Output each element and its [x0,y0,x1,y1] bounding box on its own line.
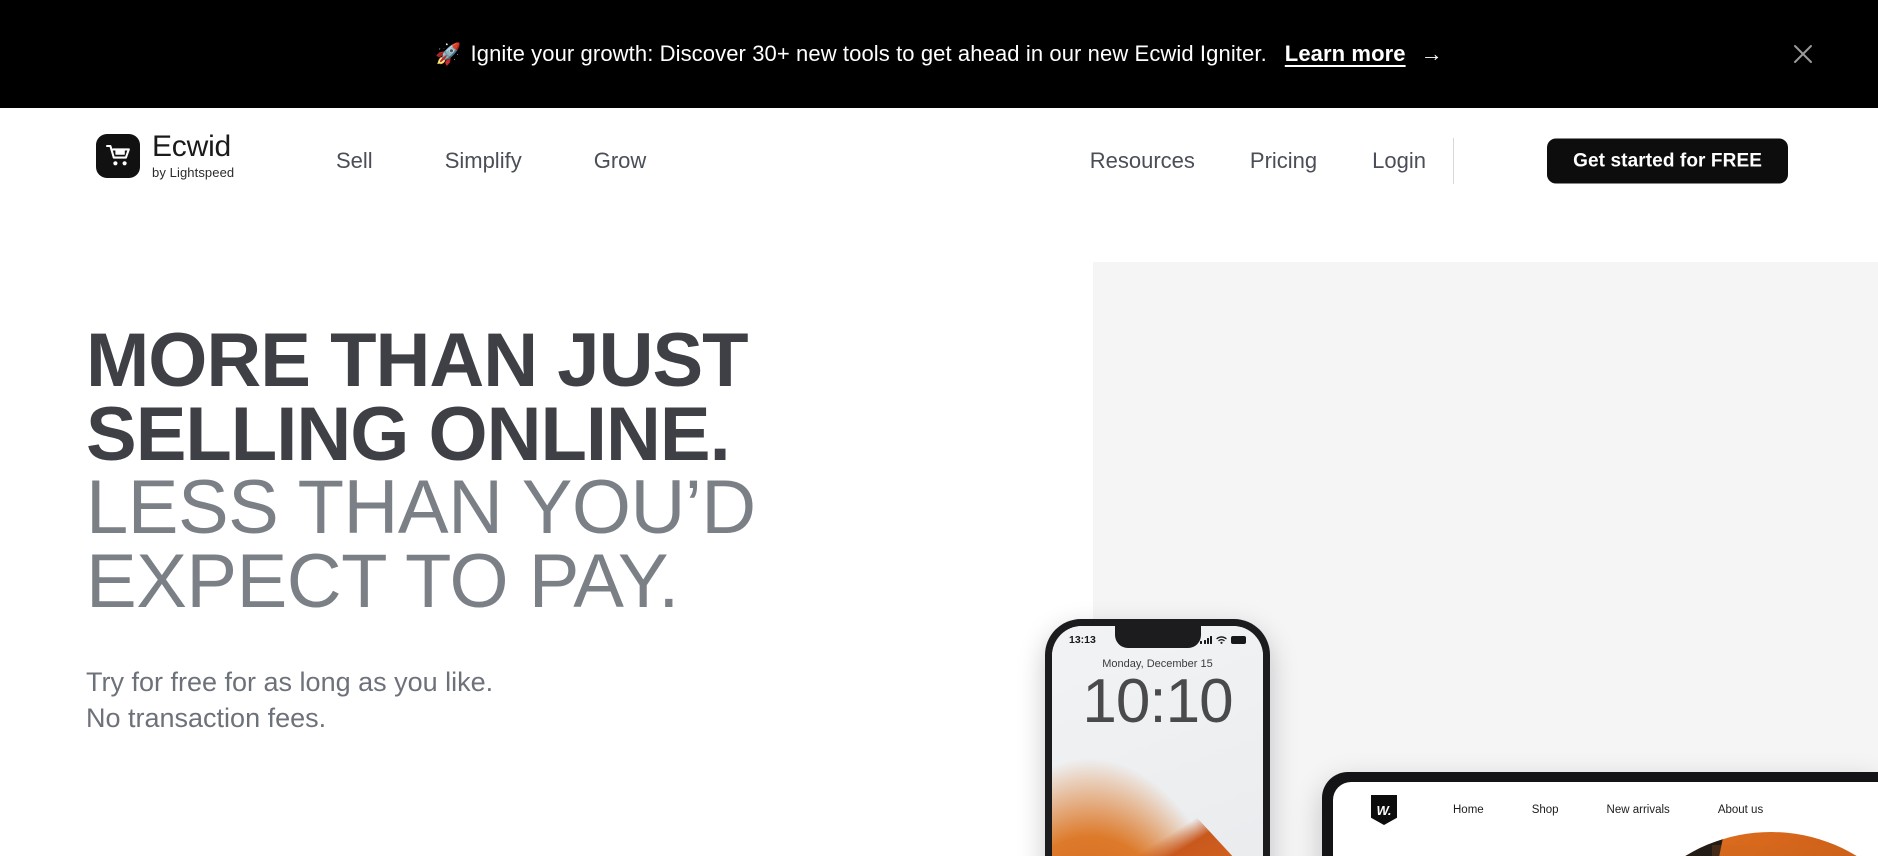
promo-banner-text: 🚀 Ignite your growth: Discover 30+ new t… [435,41,1442,67]
store-logo-badge: W. [1371,795,1397,825]
lock-screen-clock: 10:10 [1082,667,1233,736]
nav-item-simplify[interactable]: Simplify [445,148,522,174]
secondary-nav: Resources Pricing Login [1090,108,1426,214]
status-bar-icons [1200,636,1246,644]
nav-item-resources[interactable]: Resources [1090,148,1195,174]
phone-mockup: 13:13 Monday, December 15 10:10 [1045,619,1270,856]
promo-banner: 🚀 Ignite your growth: Discover 30+ new t… [0,0,1878,108]
primary-nav: Sell Simplify Grow [336,108,646,214]
orange-jacket-photo [1606,832,1878,856]
hero-subtitle-line-1: Try for free for as long as you like. [86,666,494,697]
promo-learn-more-link[interactable]: Learn more [1285,41,1406,67]
close-icon[interactable] [1783,34,1823,74]
cellular-signal-icon [1200,636,1212,644]
status-bar-time: 13:13 [1069,634,1096,646]
logo-text: Ecwid by Lightspeed [152,130,235,180]
tablet-nav-items: Home Shop New arrivals About us [1453,804,1763,816]
tablet-mockup: W. Home Shop New arrivals About us Your … [1322,772,1878,856]
nav-divider [1453,138,1454,184]
headline-line-2: SELLING ONLINE. [86,391,731,477]
nav-item-login[interactable]: Login [1372,148,1426,174]
hero-subtitle: Try for free for as long as you like. No… [86,665,986,737]
battery-icon [1231,636,1246,644]
phone-status-bar: 13:13 [1052,632,1263,648]
hero-subtitle-line-2: No transaction fees. [86,702,327,733]
nav-item-pricing[interactable]: Pricing [1250,148,1317,174]
wifi-icon [1216,636,1227,644]
site-header: Ecwid by Lightspeed Sell Simplify Grow R… [0,108,1878,214]
tablet-nav-item-home[interactable]: Home [1453,804,1484,816]
shopping-cart-icon [96,133,140,178]
nav-item-grow[interactable]: Grow [594,148,647,174]
hero-headline: MORE THAN JUST SELLING ONLINE. LESS THAN… [86,318,986,625]
tablet-nav-item-new-arrivals[interactable]: New arrivals [1607,804,1670,816]
phone-screen: 13:13 Monday, December 15 10:10 [1052,626,1263,856]
promo-message: Ignite your growth: Discover 30+ new too… [470,41,1267,66]
logo-wordmark: Ecwid [152,130,232,163]
page-root: 🚀 Ignite your growth: Discover 30+ new t… [0,0,1878,856]
headline-line-1: MORE THAN JUST [86,318,749,403]
nav-item-sell[interactable]: Sell [336,148,373,174]
get-started-button[interactable]: Get started for FREE [1547,138,1788,184]
ecwid-logo[interactable]: Ecwid by Lightspeed [96,132,234,179]
tablet-nav-item-about-us[interactable]: About us [1718,804,1763,816]
tablet-nav-item-shop[interactable]: Shop [1532,804,1559,816]
headline-line-4: EXPECT TO PAY. [86,539,679,625]
headline-line-3: LESS THAN YOU’D [86,465,756,551]
hero-copy: MORE THAN JUST SELLING ONLINE. LESS THAN… [86,318,986,737]
rocket-icon: 🚀 [435,42,462,66]
hero-section: MORE THAN JUST SELLING ONLINE. LESS THAN… [0,214,1878,856]
logo-tagline: by Lightspeed [152,165,235,180]
tablet-store-nav: W. Home Shop New arrivals About us [1333,782,1878,838]
arrow-right-icon: → [1420,41,1443,66]
tablet-screen: W. Home Shop New arrivals About us Your … [1333,782,1878,856]
